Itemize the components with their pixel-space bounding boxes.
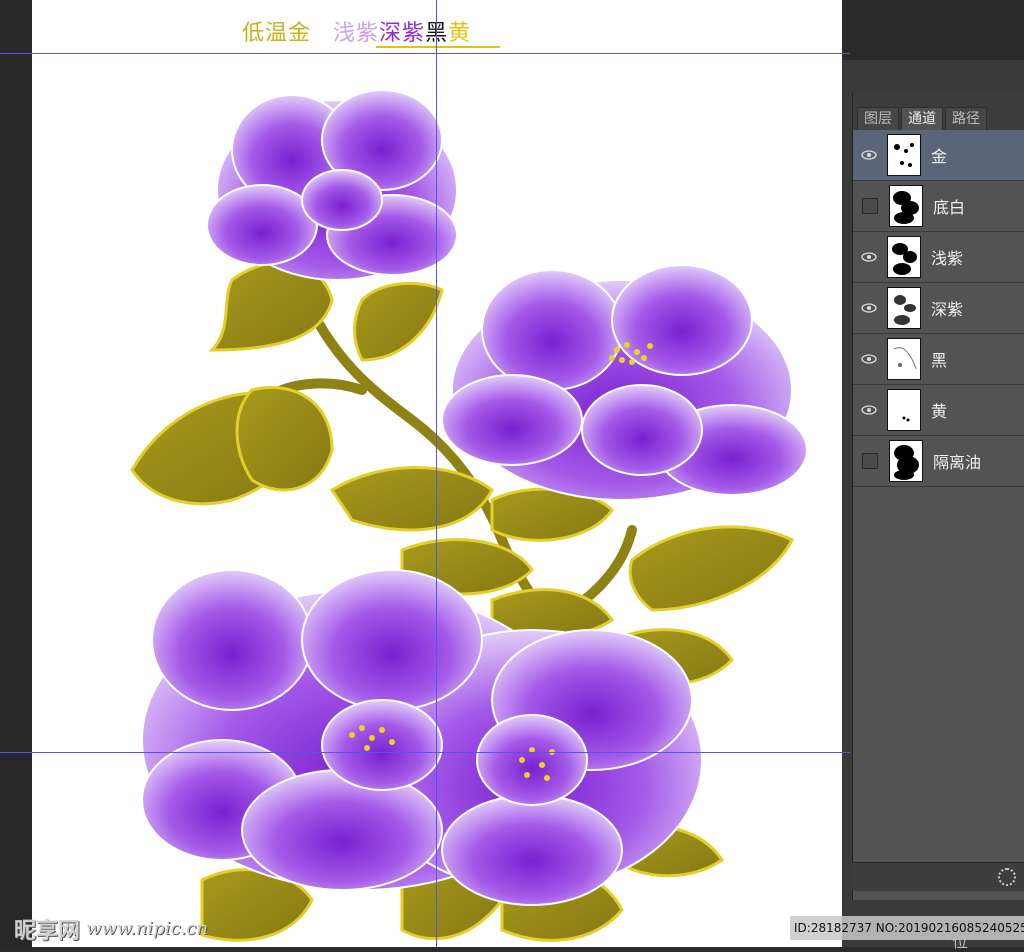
- panel-footer: [852, 862, 1024, 891]
- channel-thumbnail: [889, 440, 923, 482]
- channel-row-isolation-oil[interactable]: 隔离油: [853, 436, 1024, 487]
- channel-row-gold[interactable]: 金: [853, 130, 1024, 181]
- flower-right: [441, 264, 808, 501]
- channel-thumbnail: [887, 134, 921, 176]
- watermark-logo: 昵享网: [14, 918, 81, 944]
- flower-top-left: [206, 89, 458, 281]
- channel-thumbnail: [889, 185, 923, 227]
- channel-name: 底白: [933, 198, 966, 217]
- document-canvas[interactable]: 低温金 浅紫 深紫 黑 黄: [32, 0, 842, 947]
- left-workspace-bar: [0, 0, 32, 947]
- eye-icon[interactable]: [861, 402, 877, 418]
- eye-icon[interactable]: [861, 249, 877, 265]
- eye-icon[interactable]: [861, 300, 877, 316]
- channel-name: 浅紫: [931, 249, 964, 268]
- channel-thumbnail: [887, 287, 921, 329]
- guide-vertical[interactable]: [436, 0, 437, 947]
- channel-row-light-purple[interactable]: 浅紫: [853, 232, 1024, 283]
- channel-row-base-white[interactable]: 底白: [853, 181, 1024, 232]
- peony-illustration: [130, 89, 808, 942]
- channel-row-yellow[interactable]: 黄: [853, 385, 1024, 436]
- guide-horizontal-top[interactable]: [0, 53, 850, 54]
- tab-channels[interactable]: 通道: [901, 107, 943, 130]
- image-id-bar: ID:28182737 NO:20190216085240525085: [790, 916, 1024, 940]
- channel-row-black[interactable]: 黑: [853, 334, 1024, 385]
- channel-row-deep-purple[interactable]: 深紫: [853, 283, 1024, 334]
- tab-layers[interactable]: 图层: [857, 107, 899, 130]
- channels-panel: 图层 通道 路径 金 底白 浅紫 深紫 黑 黄 隔离油: [852, 92, 1024, 900]
- watermark: 昵享网 www.nipic.cn: [0, 910, 434, 947]
- corner-text: °位: [944, 932, 969, 951]
- channel-thumbnail: [887, 389, 921, 431]
- watermark-url: www.nipic.cn: [86, 918, 208, 939]
- checkbox-icon[interactable]: [862, 453, 878, 469]
- channel-name: 黑: [931, 351, 948, 370]
- channel-name: 金: [931, 147, 948, 166]
- checkbox-icon[interactable]: [862, 198, 878, 214]
- channel-name: 隔离油: [933, 453, 982, 472]
- channel-thumbnail: [887, 338, 921, 380]
- eye-icon[interactable]: [861, 351, 877, 367]
- channel-name: 深紫: [931, 300, 964, 319]
- eye-icon[interactable]: [861, 147, 877, 163]
- guide-horizontal-bottom[interactable]: [0, 752, 850, 753]
- channel-name: 黄: [931, 402, 948, 421]
- dotted-circle-icon[interactable]: [998, 868, 1016, 886]
- tab-paths[interactable]: 路径: [945, 107, 987, 130]
- channel-thumbnail: [887, 236, 921, 278]
- panel-tabs: 图层 通道 路径: [853, 92, 1024, 130]
- flower-bottom: [141, 569, 703, 906]
